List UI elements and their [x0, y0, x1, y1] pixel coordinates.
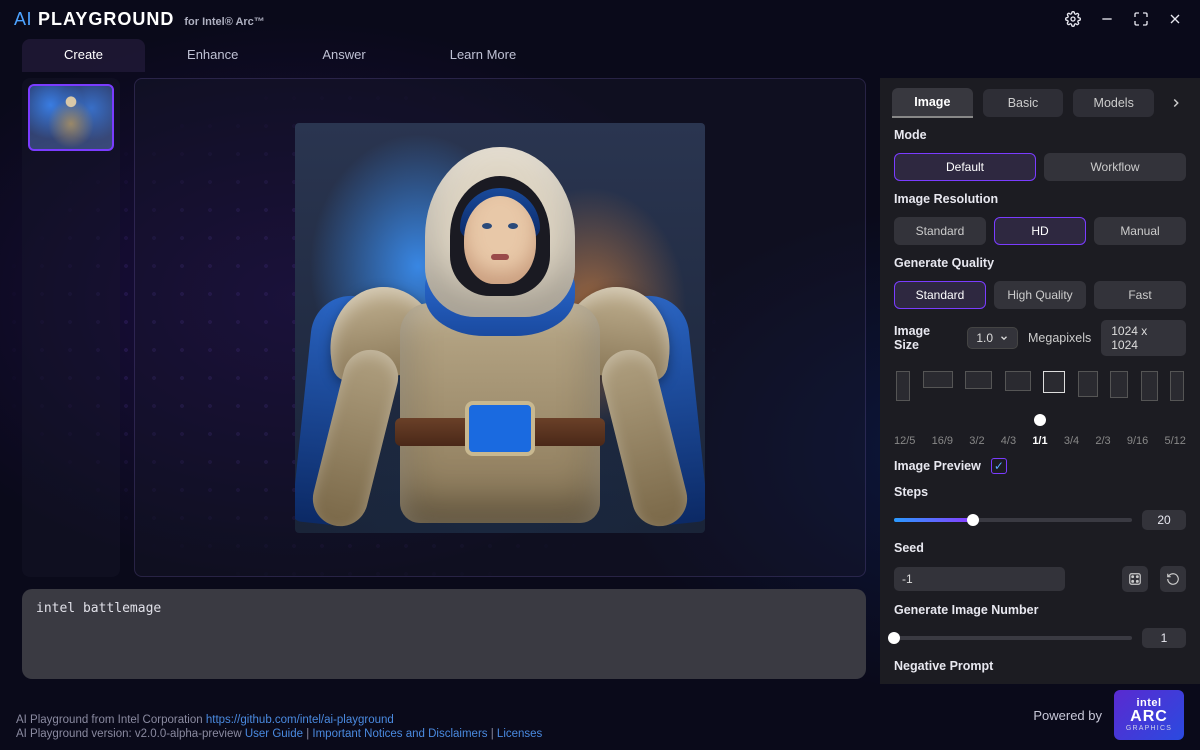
logo-subtitle: for Intel® Arc™: [184, 16, 264, 28]
prompt-input[interactable]: [22, 589, 866, 679]
resolution-hd[interactable]: HD: [994, 217, 1086, 245]
quality-standard[interactable]: Standard: [894, 281, 986, 309]
quality-high[interactable]: High Quality: [994, 281, 1086, 309]
user-guide-link[interactable]: User Guide: [245, 728, 303, 740]
app-logo: AI PLAYGROUND for Intel® Arc™: [14, 9, 265, 30]
tab-create[interactable]: Create: [22, 39, 145, 72]
gen-number-slider[interactable]: [894, 636, 1132, 640]
chevron-down-icon: [999, 333, 1009, 343]
quality-fast[interactable]: Fast: [1094, 281, 1186, 309]
logo-playground: PLAYGROUND: [38, 9, 174, 30]
quality-label: Generate Quality: [894, 256, 1186, 270]
ratio-5-12[interactable]: [1170, 371, 1184, 401]
steps-value: 20: [1142, 510, 1186, 530]
chevron-right-icon[interactable]: [1164, 96, 1188, 110]
panel-tab-models[interactable]: Models: [1073, 89, 1154, 117]
resolution-standard[interactable]: Standard: [894, 217, 986, 245]
resolution-label: Image Resolution: [894, 192, 1186, 206]
random-seed-icon[interactable]: [1122, 566, 1148, 592]
gen-number-label: Generate Image Number: [894, 603, 1186, 617]
reset-seed-icon[interactable]: [1160, 566, 1186, 592]
steps-label: Steps: [894, 485, 1186, 499]
ratio-4-3[interactable]: [1005, 371, 1031, 391]
licenses-link[interactable]: Licenses: [497, 728, 542, 740]
mode-default[interactable]: Default: [894, 153, 1036, 181]
thumbnail-1[interactable]: [28, 84, 114, 151]
logo-ai: AI: [14, 9, 32, 30]
footer-line-1: AI Playground from Intel Corporation htt…: [16, 714, 542, 726]
ratio-1-1[interactable]: [1043, 371, 1065, 393]
gen-number-value: 1: [1142, 628, 1186, 648]
megapixels-value: 1.0: [976, 331, 993, 345]
tab-answer[interactable]: Answer: [280, 39, 407, 72]
tab-enhance[interactable]: Enhance: [145, 39, 280, 72]
mode-label: Mode: [894, 128, 1186, 142]
megapixels-select[interactable]: 1.0: [967, 327, 1018, 349]
powered-by: Powered by intel ARC GRAPHICS: [1033, 690, 1184, 740]
generated-image[interactable]: [295, 123, 705, 533]
footer: AI Playground from Intel Corporation htt…: [0, 684, 1200, 750]
mode-workflow[interactable]: Workflow: [1044, 153, 1186, 181]
aspect-ratio-labels: 12/5 16/9 3/2 4/3 1/1 3/4 2/3 9/16 5/12: [894, 435, 1186, 447]
ratio-12-5[interactable]: [896, 371, 910, 401]
megapixels-label: Megapixels: [1028, 331, 1091, 345]
steps-slider[interactable]: [894, 518, 1132, 522]
close-icon[interactable]: [1164, 8, 1186, 30]
nav-tabs: Create Enhance Answer Learn More: [0, 38, 1200, 72]
ratio-3-2[interactable]: [965, 371, 992, 389]
preview-label: Image Preview: [894, 459, 981, 473]
resolution-manual[interactable]: Manual: [1094, 217, 1186, 245]
panel-tab-basic[interactable]: Basic: [983, 89, 1064, 117]
powered-by-label: Powered by: [1033, 708, 1102, 723]
seed-label: Seed: [894, 541, 1186, 555]
preview-checkbox[interactable]: [991, 458, 1007, 474]
ratio-16-9[interactable]: [923, 371, 953, 388]
thumbnail-strip: [22, 78, 120, 577]
tab-learn-more[interactable]: Learn More: [408, 39, 558, 72]
image-viewer: [134, 78, 866, 577]
maximize-icon[interactable]: [1130, 8, 1152, 30]
footer-line-2: AI Playground version: v2.0.0-alpha-prev…: [16, 728, 542, 740]
seed-input[interactable]: [894, 567, 1065, 591]
image-size-label: Image Size: [894, 324, 957, 352]
settings-panel: Image Basic Models Mode Default Workflow…: [880, 78, 1200, 684]
minimize-icon[interactable]: [1096, 8, 1118, 30]
ratio-9-16[interactable]: [1141, 371, 1158, 401]
titlebar: AI PLAYGROUND for Intel® Arc™: [0, 0, 1200, 38]
ratio-2-3[interactable]: [1110, 371, 1128, 398]
notices-link[interactable]: Important Notices and Disclaimers: [312, 728, 487, 740]
intel-arc-badge: intel ARC GRAPHICS: [1114, 690, 1184, 740]
panel-tab-image[interactable]: Image: [892, 88, 973, 118]
aspect-ratio-boxes: [894, 367, 1186, 401]
negative-label: Negative Prompt: [894, 659, 1186, 673]
github-link[interactable]: https://github.com/intel/ai-playground: [206, 714, 394, 726]
gear-icon[interactable]: [1062, 8, 1084, 30]
image-dimensions: 1024 x 1024: [1101, 320, 1186, 356]
ratio-3-4[interactable]: [1078, 371, 1098, 397]
